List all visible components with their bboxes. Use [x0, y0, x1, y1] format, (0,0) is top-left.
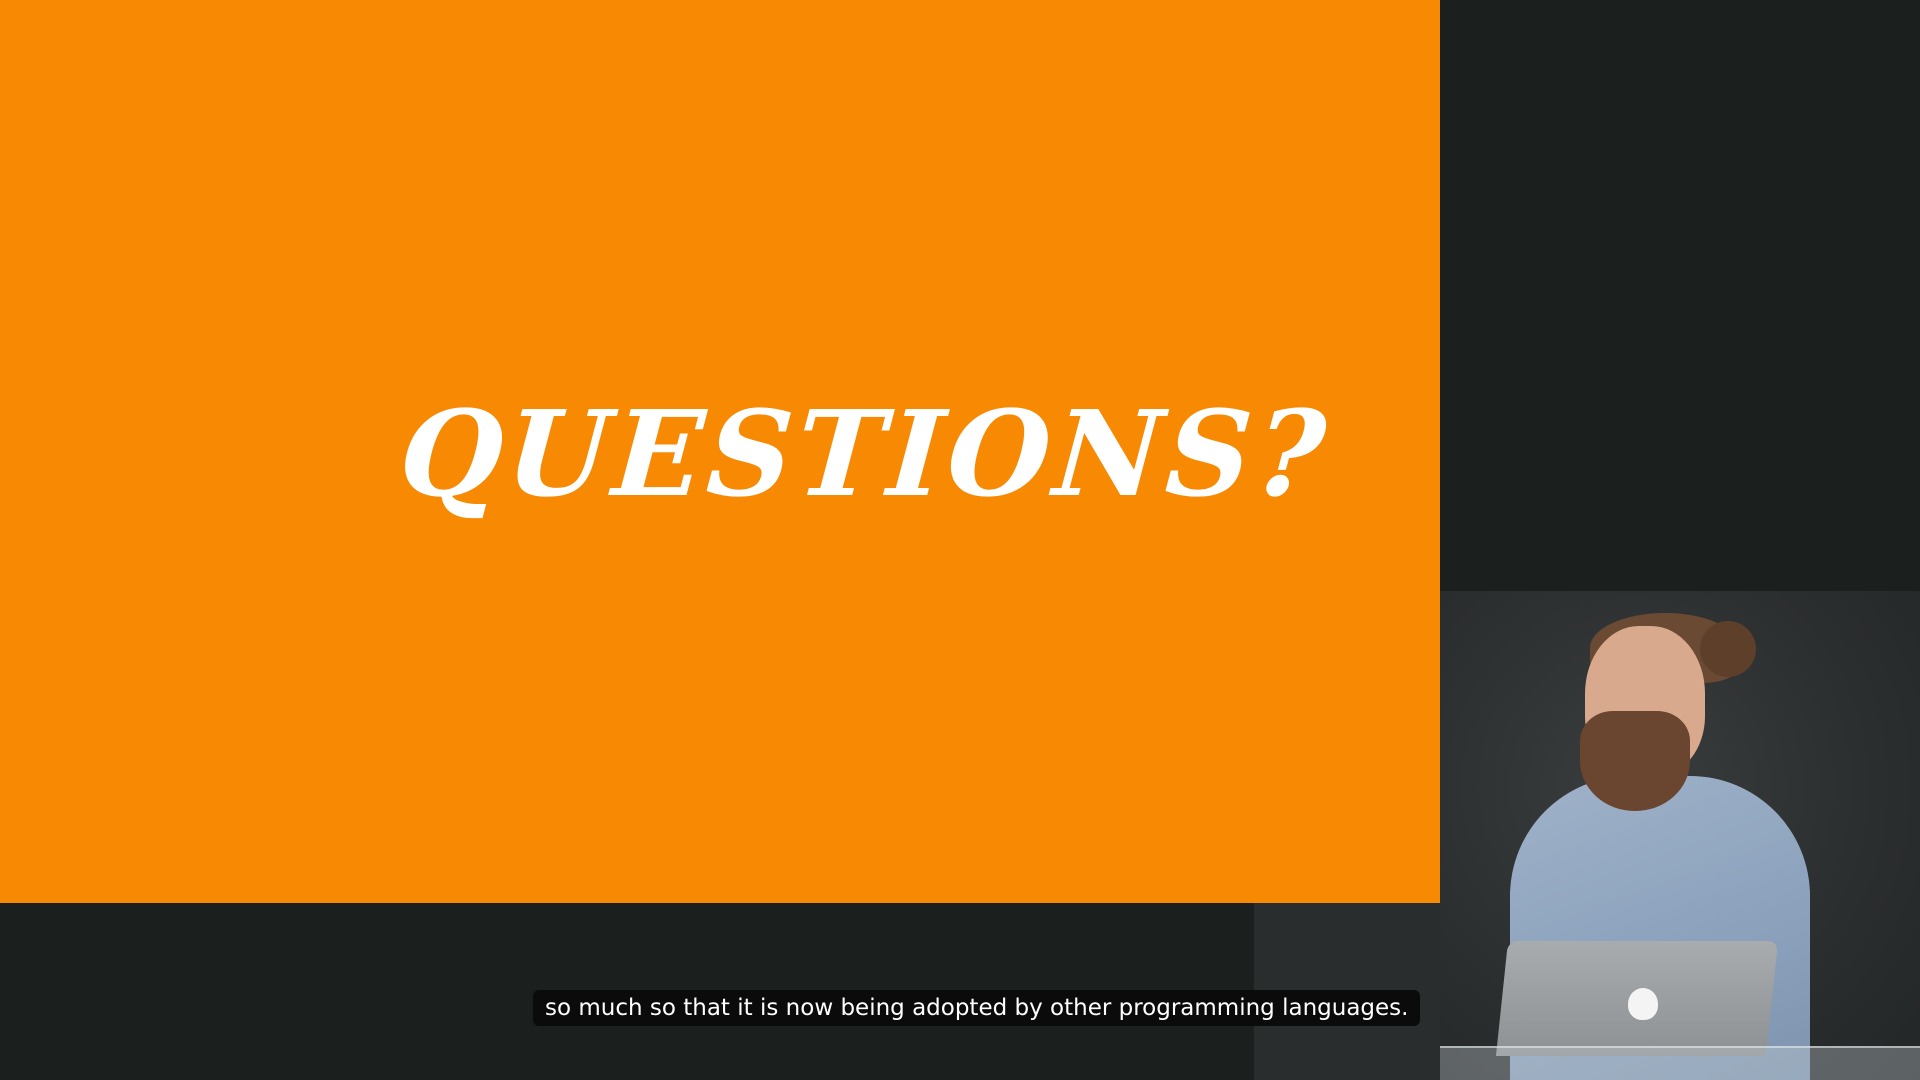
video-frame: Questions? so much so that it is now bei… [0, 0, 1920, 1080]
slide-title: Questions? [395, 384, 1334, 523]
podium [1440, 1046, 1920, 1080]
subtitle-caption: so much so that it is now being adopted … [533, 990, 1421, 1026]
presentation-slide: Questions? [0, 0, 1440, 903]
presenter-camera-feed [1440, 591, 1920, 1080]
presenter-hair-bun [1700, 621, 1756, 677]
subtitle-text: so much so that it is now being adopted … [545, 995, 1409, 1021]
presenter-figure [1440, 591, 1920, 1080]
apple-logo-icon [1628, 988, 1658, 1020]
presenter-beard [1580, 711, 1690, 811]
